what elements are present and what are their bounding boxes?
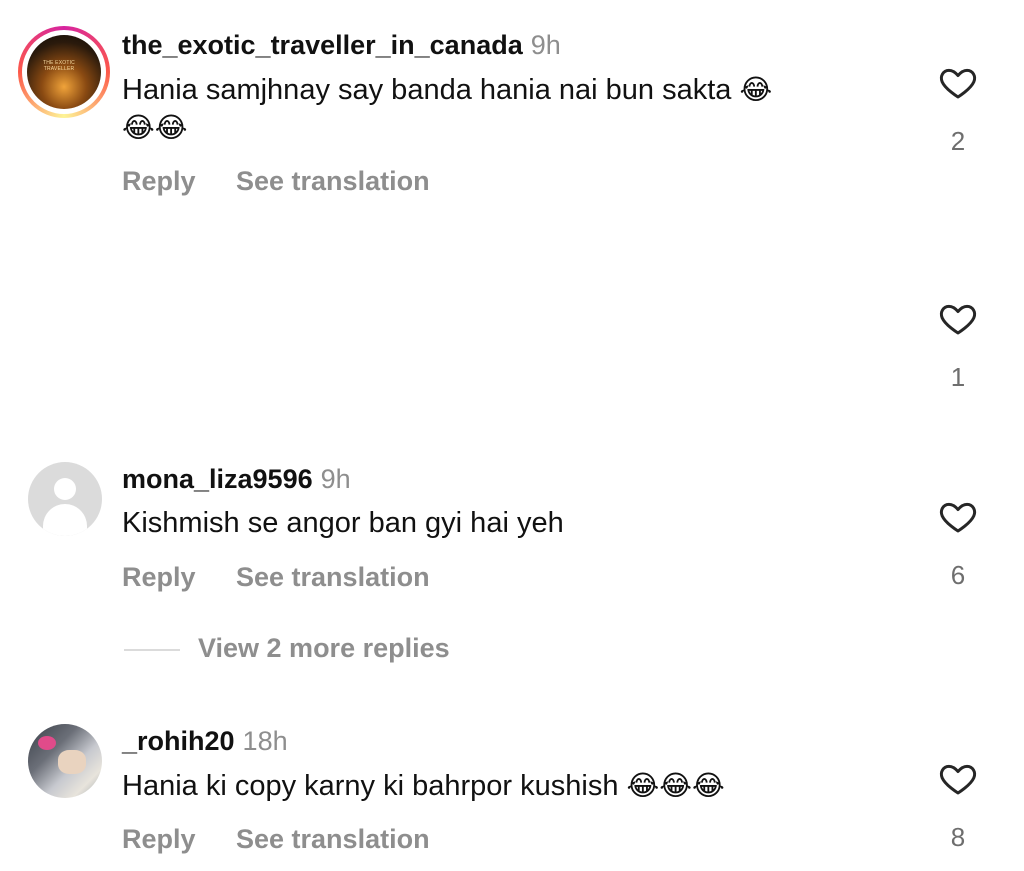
laughing-emoji: 😂 bbox=[739, 73, 773, 106]
laughing-emoji: 😂 bbox=[691, 769, 725, 802]
reply-button[interactable]: Reply bbox=[122, 166, 196, 197]
reply-button[interactable]: Reply bbox=[122, 562, 196, 593]
laughing-emoji: 😂 bbox=[122, 111, 155, 144]
avatar-logo-text: THE EXOTIC TRAVELLER bbox=[42, 60, 75, 72]
like-count: 6 bbox=[950, 560, 966, 590]
comment-text-line2: 😂😂 bbox=[122, 108, 187, 148]
heart-icon[interactable] bbox=[938, 758, 978, 798]
comment-username[interactable]: mona_liza9596 9h bbox=[122, 464, 351, 495]
comment-time: 9h bbox=[530, 30, 561, 60]
see-translation-button[interactable]: See translation bbox=[236, 824, 430, 855]
heart-icon[interactable] bbox=[938, 496, 978, 536]
like-count: 1 bbox=[950, 362, 966, 392]
avatar[interactable] bbox=[28, 724, 102, 798]
heart-icon[interactable] bbox=[938, 298, 978, 338]
like-count: 8 bbox=[950, 822, 966, 852]
comment-text: Kishmish se angor ban gyi hai yeh bbox=[122, 507, 564, 539]
see-translation-button[interactable]: See translation bbox=[236, 166, 430, 197]
like-count: 2 bbox=[950, 126, 966, 156]
see-translation-button[interactable]: See translation bbox=[236, 562, 430, 593]
comment-username[interactable]: _rohih20 18h bbox=[122, 726, 288, 757]
comment-time: 9h bbox=[320, 464, 351, 494]
avatar-story-ring[interactable]: THE EXOTIC TRAVELLER bbox=[18, 26, 110, 118]
reply-button[interactable]: Reply bbox=[122, 824, 196, 855]
replies-divider bbox=[124, 649, 180, 651]
comment-text: Hania ki copy karny ki bahrpor kushish 😂… bbox=[122, 769, 725, 802]
laughing-emoji: 😂 bbox=[154, 111, 188, 144]
laughing-emoji: 😂 bbox=[626, 769, 660, 802]
heart-icon[interactable] bbox=[938, 62, 978, 102]
avatar-photo bbox=[27, 35, 101, 109]
laughing-emoji: 😂 bbox=[659, 769, 692, 802]
default-avatar-icon[interactable] bbox=[28, 462, 102, 536]
comment-username[interactable]: the_exotic_traveller_in_canada 9h bbox=[122, 30, 561, 61]
view-more-replies-button[interactable]: View 2 more replies bbox=[198, 633, 450, 664]
comment-text: Hania samjhnay say banda hania nai bun s… bbox=[122, 73, 773, 106]
comment-time: 18h bbox=[242, 726, 288, 756]
